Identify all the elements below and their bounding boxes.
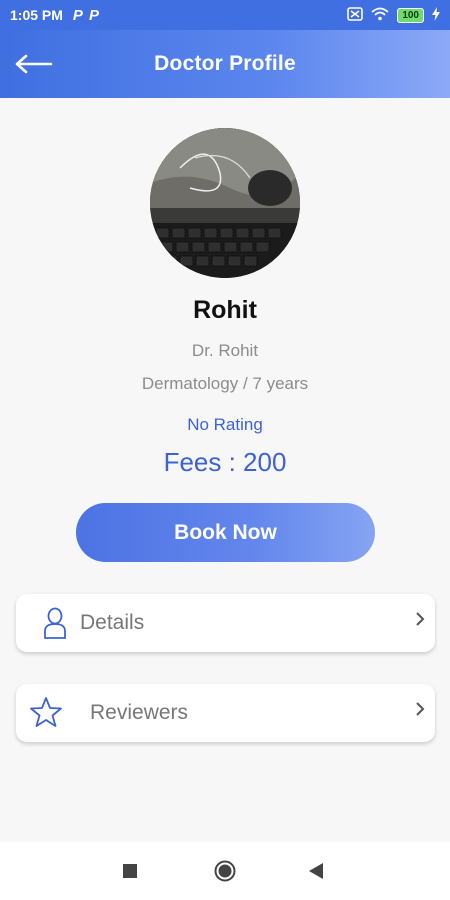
- home-button[interactable]: [214, 860, 236, 882]
- reviewers-row[interactable]: Reviewers: [16, 684, 435, 742]
- doctor-title: Dr. Rohit: [191, 341, 259, 360]
- wifi-icon: [371, 7, 389, 24]
- charging-icon: [432, 6, 440, 24]
- arrow-left-icon: [15, 54, 53, 74]
- doctor-avatar: [150, 128, 300, 278]
- notification-app-icon: P: [72, 6, 83, 24]
- back-nav-button[interactable]: [308, 862, 324, 880]
- page-title: Doctor Profile: [154, 52, 296, 75]
- book-now-button[interactable]: Book Now: [76, 503, 375, 562]
- person-icon: [43, 607, 67, 644]
- battery-icon: 100: [397, 7, 424, 23]
- no-sim-icon: [347, 6, 364, 24]
- triangle-back-icon: [309, 863, 323, 879]
- reviewers-label: Reviewers: [90, 701, 189, 724]
- back-button[interactable]: [14, 48, 54, 80]
- chevron-right-icon: [415, 611, 425, 632]
- system-nav-bar: [0, 842, 450, 900]
- doctor-name: Rohit: [193, 296, 257, 324]
- circle-icon: [214, 860, 236, 882]
- recents-button[interactable]: [122, 863, 138, 879]
- rating-text: No Rating: [187, 415, 263, 434]
- fees-text: Fees : 200: [163, 447, 287, 477]
- specialty-experience: Dermatology / 7 years: [141, 374, 309, 393]
- status-time: 1:05 PM: [10, 7, 63, 23]
- square-icon: [123, 864, 137, 878]
- details-label: Details: [80, 611, 145, 634]
- status-bar: 1:05 PM P P 100: [0, 0, 450, 30]
- notification-app-icon: P: [88, 6, 99, 24]
- chevron-right-icon: [415, 701, 425, 722]
- star-icon: [29, 696, 63, 733]
- app-bar: Doctor Profile: [0, 30, 450, 98]
- details-row[interactable]: Details: [16, 594, 435, 652]
